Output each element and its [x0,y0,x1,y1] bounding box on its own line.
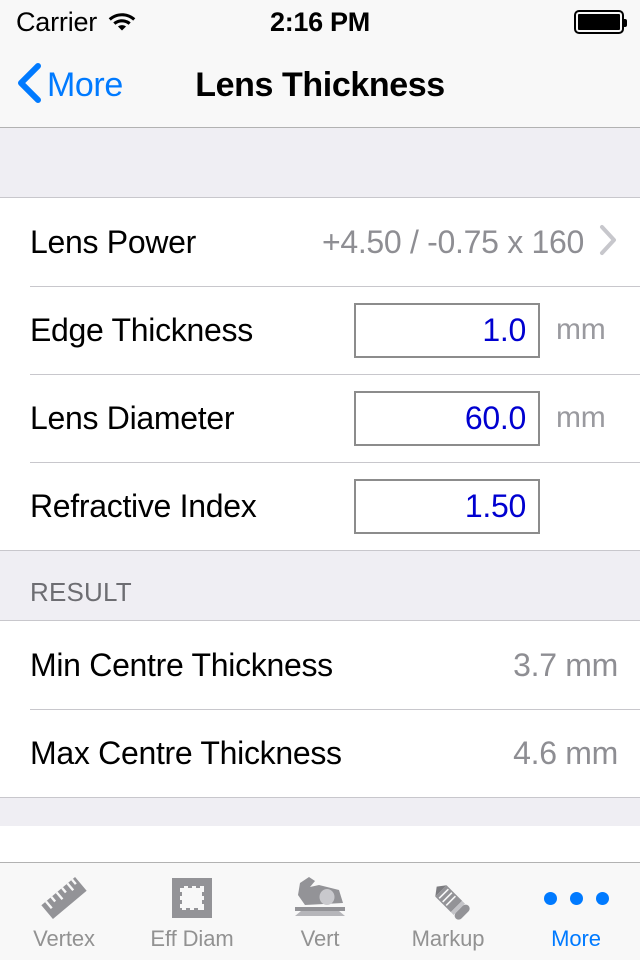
min-centre-thickness-value: 3.7 mm [513,646,618,683]
chevron-left-icon [16,62,42,109]
row-lens-diameter[interactable]: Lens Diameter 60.0 mm [0,374,640,462]
ellipsis-icon [543,871,609,925]
lens-diameter-input[interactable]: 60.0 [354,390,540,446]
row-lens-power[interactable]: Lens Power +4.50 / -0.75 x 160 [0,198,640,286]
input-value: 60.0 [464,399,526,436]
tab-label: Vertex [33,926,95,951]
row-edge-thickness[interactable]: Edge Thickness 1.0 mm [0,286,640,374]
input-value: 1.50 [464,487,526,524]
chevron-right-icon [598,223,618,262]
status-bar-right [574,10,627,34]
input-value: 1.0 [482,311,526,348]
lensmeter-icon [289,871,351,925]
max-centre-thickness-value: 4.6 mm [513,734,618,771]
dot [569,891,583,905]
result-section: Min Centre Thickness 3.7 mm Max Centre T… [0,621,640,798]
battery-fill [578,14,620,30]
tab-markup[interactable]: Markup [384,863,512,960]
tab-label: More [551,926,601,951]
pencil-icon [420,871,476,925]
status-bar: Carrier 2:16 PM [0,0,640,44]
tab-bar: Vertex Eff Diam Vert Markup More [0,862,640,960]
input-section: Lens Power +4.50 / -0.75 x 160 Edge Thic… [0,198,640,551]
tab-eff-diam[interactable]: Eff Diam [128,863,256,960]
dot [543,891,557,905]
section-gap-top [0,128,640,198]
tab-label: Vert [300,926,340,951]
tab-vert[interactable]: Vert [256,863,384,960]
row-label: Min Centre Thickness [30,646,333,683]
carrier-label: Carrier [16,6,98,37]
row-label: Lens Diameter [30,399,235,436]
tab-label: Eff Diam [150,926,234,951]
section-gap-bottom [0,798,640,826]
wifi-icon [107,9,137,36]
row-refractive-index[interactable]: Refractive Index 1.50 [0,462,640,550]
result-section-header: RESULT [0,551,640,621]
ruler-icon [36,871,92,925]
lens-power-value: +4.50 / -0.75 x 160 [321,223,584,260]
navigation-bar: More Lens Thickness [0,44,640,128]
edge-thickness-input[interactable]: 1.0 [354,302,540,358]
back-button-label: More [47,66,123,104]
lens-diameter-unit: mm [556,401,606,434]
tab-vertex[interactable]: Vertex [0,863,128,960]
tab-label: Markup [411,926,485,951]
row-max-centre-thickness: Max Centre Thickness 4.6 mm [0,709,640,797]
row-label: Refractive Index [30,487,257,524]
row-label: Lens Power [30,223,196,260]
row-min-centre-thickness: Min Centre Thickness 3.7 mm [0,621,640,709]
battery-full-icon [574,10,627,34]
back-button[interactable]: More [16,62,123,109]
row-label: Max Centre Thickness [30,734,342,771]
result-section-header-label: RESULT [30,577,132,607]
status-bar-left: Carrier [16,7,137,38]
table-view: Lens Power +4.50 / -0.75 x 160 Edge Thic… [0,128,640,826]
row-label: Edge Thickness [30,311,253,348]
crop-frame-icon [166,871,218,925]
refractive-index-input[interactable]: 1.50 [354,478,540,534]
dot [595,891,609,905]
ellipsis-dots [543,891,609,905]
battery-cap [624,19,627,27]
edge-thickness-unit: mm [556,313,606,346]
tab-more[interactable]: More [512,863,640,960]
